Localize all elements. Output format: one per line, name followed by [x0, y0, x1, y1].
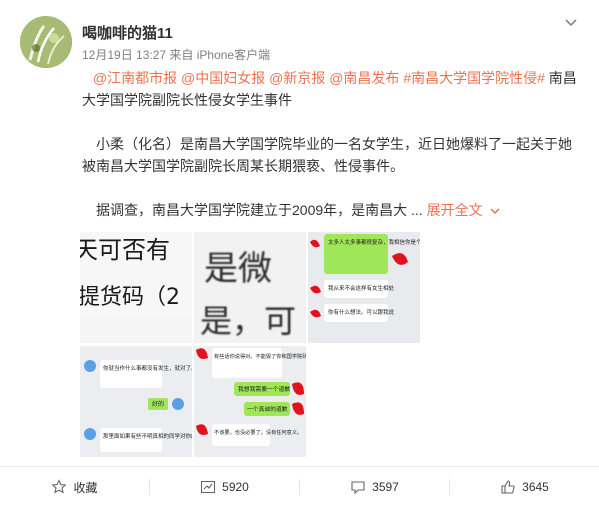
post-paragraph: 据调查，南昌大学国学院建立于2009年，是南昌大 ... 展开全文	[82, 199, 582, 221]
image-text: 你就当作什么事都没有发生，就对了。	[103, 364, 192, 372]
post-image[interactable]: 天可否有 提货码（2	[80, 232, 192, 343]
post-action-bar: 收藏 5920 3597 3645	[0, 466, 599, 506]
post-meta: 12月19日 13:27 来自 iPhone客户端	[82, 46, 270, 63]
post-image[interactable]: 你就当作什么事都没有发生，就对了。 好的 那里面如果有些不明真相的同学对你的贴子…	[80, 346, 192, 457]
star-icon	[51, 479, 68, 494]
image-text: 提货码（2	[80, 285, 180, 310]
image-text: 太多人太多事都很复杂，我相信你是个善良的人	[328, 238, 420, 246]
image-grid: 天可否有 提货码（2 是微 是，可 太多人太多事都很复杂，我相信你是个善良的人 …	[80, 232, 420, 458]
comment-icon	[351, 481, 365, 495]
image-5-content: 有些话你说得对。不能毁了你和国学院研究调表师继续我们的前程。 我想我需要一个道歉…	[194, 346, 306, 457]
image-text: 你有什么想法。可以跟我说	[328, 308, 395, 316]
post-image[interactable]: 太多人太多事都很复杂，我相信你是个善良的人 我从来不会这样有女生相处 你有什么想…	[308, 232, 420, 343]
post-paragraph-text: 小柔（化名）是南昌大学国学院毕业的一名女学生，近日她爆料了一起关于她被南昌大学国…	[82, 136, 572, 174]
like-count: 3645	[522, 480, 549, 494]
post-paragraph-text: 据调查，南昌大学国学院建立于2009年，是南昌大 ...	[96, 202, 423, 218]
post-content: @江南都市报 @中国妇女报 @新京报 @南昌发布 #南昌大学国学院性侵# 南昌大…	[82, 67, 582, 243]
image-text: 有些话你说得对。不能毁了你和国学院研究调表师继续我们的前程。	[214, 352, 306, 360]
hashtag-link[interactable]: #南昌大学国学院性侵#	[403, 70, 545, 86]
post-timestamp[interactable]: 12月19日 13:27	[82, 48, 166, 62]
post-image[interactable]: 有些话你说得对。不能毁了你和国学院研究调表师继续我们的前程。 我想我需要一个道歉…	[194, 346, 306, 457]
image-text: 我想我需要一个道歉	[238, 385, 290, 393]
post-first-paragraph: @江南都市报 @中国妇女报 @新京报 @南昌发布 #南昌大学国学院性侵# 南昌大…	[82, 67, 582, 111]
image-text: 不该要。也没必要了。没有任何意义。	[214, 428, 302, 436]
repost-count: 5920	[222, 480, 249, 494]
favorite-button[interactable]: 收藏	[0, 467, 149, 506]
comment-button[interactable]: 3597	[300, 467, 449, 506]
image-text: 是微	[204, 249, 272, 289]
image-4-content: 你就当作什么事都没有发生，就对了。 好的 那里面如果有些不明真相的同学对你的贴子…	[80, 346, 192, 457]
post-image[interactable]: 是微 是，可	[194, 232, 306, 343]
user-avatar[interactable]	[20, 16, 72, 68]
repost-icon	[201, 480, 216, 494]
image-text: 那里面如果有些不明真相的同学对你的贴子有	[103, 432, 192, 440]
post-author-name[interactable]: 喝咖啡的猫11	[82, 22, 173, 43]
chevron-down-icon	[490, 208, 501, 215]
expand-label: 展开全文	[426, 202, 483, 218]
favorite-label: 收藏	[73, 480, 98, 495]
mention-link[interactable]: @中国妇女报	[181, 70, 265, 86]
thumbs-up-icon	[501, 480, 515, 494]
post-paragraph: 小柔（化名）是南昌大学国学院毕业的一名女学生，近日她爆料了一起关于她被南昌大学国…	[82, 133, 582, 177]
like-button[interactable]: 3645	[450, 467, 599, 506]
mention-link[interactable]: @南昌发布	[329, 70, 399, 86]
image-text: 天可否有	[80, 236, 170, 264]
comment-count: 3597	[372, 480, 399, 494]
expand-full-text-link[interactable]: 展开全文	[427, 202, 501, 218]
repost-button[interactable]: 5920	[150, 467, 299, 506]
image-3-content: 太多人太多事都很复杂，我相信你是个善良的人 我从来不会这样有女生相处 你有什么想…	[308, 232, 420, 343]
image-1-content: 天可否有 提货码（2	[80, 236, 192, 343]
image-text: 我从来不会这样有女生相处	[328, 284, 395, 292]
image-2-content: 是微 是，可	[200, 249, 296, 340]
weibo-post-card: 喝咖啡的猫11 12月19日 13:27 来自 iPhone客户端 @江南都市报…	[0, 0, 599, 506]
avatar-image	[20, 16, 72, 68]
post-image-empty-slot	[308, 346, 420, 457]
image-text: 一个真诚的道歉	[247, 405, 288, 413]
post-source: 来自 iPhone客户端	[169, 48, 271, 62]
chevron-down-icon[interactable]	[563, 14, 579, 30]
mention-link[interactable]: @新京报	[269, 70, 325, 86]
image-text: 好的	[152, 400, 164, 408]
mention-link[interactable]: @江南都市报	[93, 70, 177, 86]
image-text: 是，可	[200, 302, 296, 340]
